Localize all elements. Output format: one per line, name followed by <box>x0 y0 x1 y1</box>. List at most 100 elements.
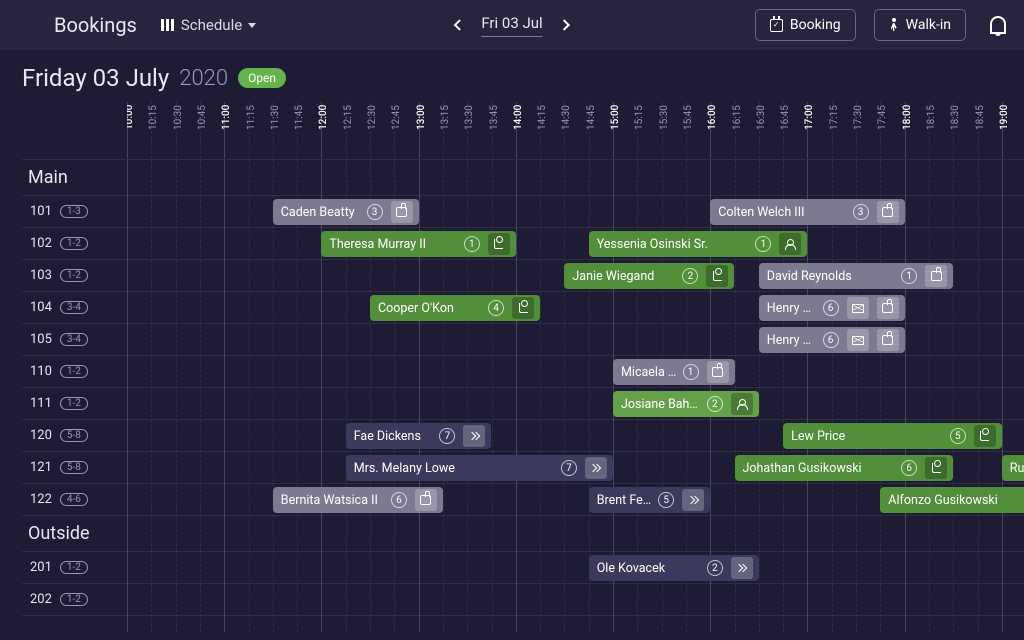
booking-action[interactable] <box>877 329 899 351</box>
table-id: 104 <box>30 300 52 315</box>
row-header[interactable]: 1053-4 <box>22 324 127 355</box>
brand-title: Bookings <box>54 13 137 37</box>
row-timeline[interactable]: Caden Beatty 3 Colten Welch III3 <box>127 196 1024 227</box>
booking[interactable]: Cooper O'Kon 4 <box>370 295 540 321</box>
row-timeline[interactable]: Theresa Murray II1 Yessenia Osinski Sr.1 <box>127 228 1024 259</box>
booking-action[interactable] <box>974 425 996 447</box>
booking[interactable]: Josiane Bahringer2 <box>613 391 759 417</box>
booking[interactable]: Caden Beatty 3 <box>273 199 419 225</box>
time-label: 10:45 <box>197 105 208 130</box>
row-header[interactable]: 1043-4 <box>22 292 127 323</box>
booking-action[interactable] <box>877 201 899 223</box>
row-timeline[interactable]: Ole Kovacek2 <box>127 552 1024 583</box>
row-header[interactable]: 1111-2 <box>22 388 127 419</box>
party-size-badge: 1 <box>901 268 917 284</box>
time-label: 16:30 <box>756 105 767 130</box>
booking[interactable]: Yessenia Osinski Sr.1 <box>589 231 808 257</box>
row-header[interactable]: 1224-6 <box>22 484 127 515</box>
booking[interactable]: Ole Kovacek2 <box>589 555 759 581</box>
booking-action[interactable] <box>512 297 534 319</box>
status-badge: Open <box>238 68 286 88</box>
booking-action[interactable] <box>731 393 753 415</box>
row-header[interactable]: 2011-2 <box>22 552 127 583</box>
booking-name: Mrs. Melany Lowe <box>354 461 555 476</box>
party-size-badge: 5 <box>950 428 966 444</box>
booking[interactable]: Micaela Klein1 <box>613 359 735 385</box>
menu-icon[interactable] <box>18 18 36 32</box>
row-header[interactable]: 2021-2 <box>22 584 127 615</box>
row-header[interactable]: 1205-8 <box>22 420 127 451</box>
person-icon <box>786 239 794 249</box>
time-label: 18:30 <box>950 105 961 130</box>
booking-name: Micaela Klein <box>621 365 677 380</box>
booking-action[interactable] <box>877 297 899 319</box>
booking[interactable]: Theresa Murray II1 <box>321 231 515 257</box>
notifications-button[interactable] <box>990 16 1006 34</box>
row-header[interactable]: 1031-2 <box>22 260 127 291</box>
section-header: Main <box>22 160 1024 196</box>
booking-action[interactable] <box>463 425 485 447</box>
booking-action[interactable] <box>391 201 413 223</box>
time-label: 15:00 <box>610 105 621 130</box>
booking[interactable]: Henry Koss6 <box>759 327 905 353</box>
resource-row: 2021-2 <box>22 584 1024 616</box>
booking-action[interactable] <box>925 265 947 287</box>
booking-action[interactable] <box>847 329 869 351</box>
booking[interactable]: Fae Dickens7 <box>346 423 492 449</box>
time-label: 16:45 <box>780 105 791 130</box>
topbar: Bookings Schedule Fri 03 Jul Booking Wal… <box>0 0 1024 50</box>
booking-action[interactable] <box>847 297 869 319</box>
thumb-icon <box>420 495 431 505</box>
booking-action[interactable] <box>731 557 753 579</box>
row-timeline[interactable]: Bernita Watsica II6 Brent Feest5 Alfonzo G… <box>127 484 1024 515</box>
time-label: 12:15 <box>343 105 354 130</box>
row-timeline[interactable]: Mrs. Melany Lowe7 Johathan Gusikowski6 Rut… <box>127 452 1024 483</box>
booking[interactable]: Henry Koss6 <box>759 295 905 321</box>
party-size-badge: 3 <box>367 204 383 220</box>
seat-icon <box>980 431 989 441</box>
booking-name: Cooper O'Kon <box>378 301 482 316</box>
row-timeline[interactable] <box>127 584 1024 615</box>
current-date[interactable]: Fri 03 Jul <box>481 14 542 37</box>
dbl-icon <box>469 432 480 440</box>
party-size-badge: 4 <box>488 300 504 316</box>
booking[interactable]: Brent Feest5 <box>589 487 711 513</box>
row-timeline[interactable]: Cooper O'Kon 4 Henry Koss6 <box>127 292 1024 323</box>
booking[interactable]: David Reynolds1 <box>759 263 953 289</box>
walk-in-button[interactable]: Walk-in <box>874 9 966 41</box>
booking-action[interactable] <box>415 489 437 511</box>
booking-action[interactable] <box>706 265 728 287</box>
booking-action[interactable] <box>779 233 801 255</box>
booking-action[interactable] <box>707 361 729 383</box>
time-label: 18:45 <box>975 105 986 130</box>
view-selector[interactable]: Schedule <box>161 16 256 34</box>
new-booking-button[interactable]: Booking <box>755 9 856 41</box>
booking[interactable]: Lew Price5 <box>783 423 1002 449</box>
next-day-button[interactable] <box>559 19 570 30</box>
time-label: 15:45 <box>683 105 694 130</box>
capacity-badge: 1-2 <box>60 237 88 250</box>
row-timeline[interactable]: Henry Koss6 <box>127 324 1024 355</box>
booking-action[interactable] <box>488 233 510 255</box>
booking[interactable]: Janie Wiegand2 <box>564 263 734 289</box>
booking[interactable]: Alfonzo Gusikowski <box>880 487 1024 513</box>
row-header[interactable]: 1101-2 <box>22 356 127 387</box>
row-timeline[interactable]: Micaela Klein1 <box>127 356 1024 387</box>
booking[interactable]: Ruth He <box>1002 455 1024 481</box>
booking[interactable]: Johathan Gusikowski6 <box>735 455 954 481</box>
row-timeline[interactable]: Janie Wiegand2 David Reynolds1 <box>127 260 1024 291</box>
prev-day-button[interactable] <box>454 19 465 30</box>
resource-row: 2011-2 Ole Kovacek2 <box>22 552 1024 584</box>
booking-action[interactable] <box>682 489 704 511</box>
row-header[interactable]: 1215-8 <box>22 452 127 483</box>
booking-name: Caden Beatty <box>281 205 361 220</box>
row-header[interactable]: 1011-3 <box>22 196 127 227</box>
booking-action[interactable] <box>585 457 607 479</box>
row-header[interactable]: 1021-2 <box>22 228 127 259</box>
row-timeline[interactable]: Fae Dickens7 Lew Price5 <box>127 420 1024 451</box>
booking[interactable]: Colten Welch III3 <box>710 199 904 225</box>
row-timeline[interactable]: Josiane Bahringer2 <box>127 388 1024 419</box>
booking-action[interactable] <box>925 457 947 479</box>
booking[interactable]: Mrs. Melany Lowe7 <box>346 455 613 481</box>
booking[interactable]: Bernita Watsica II6 <box>273 487 443 513</box>
